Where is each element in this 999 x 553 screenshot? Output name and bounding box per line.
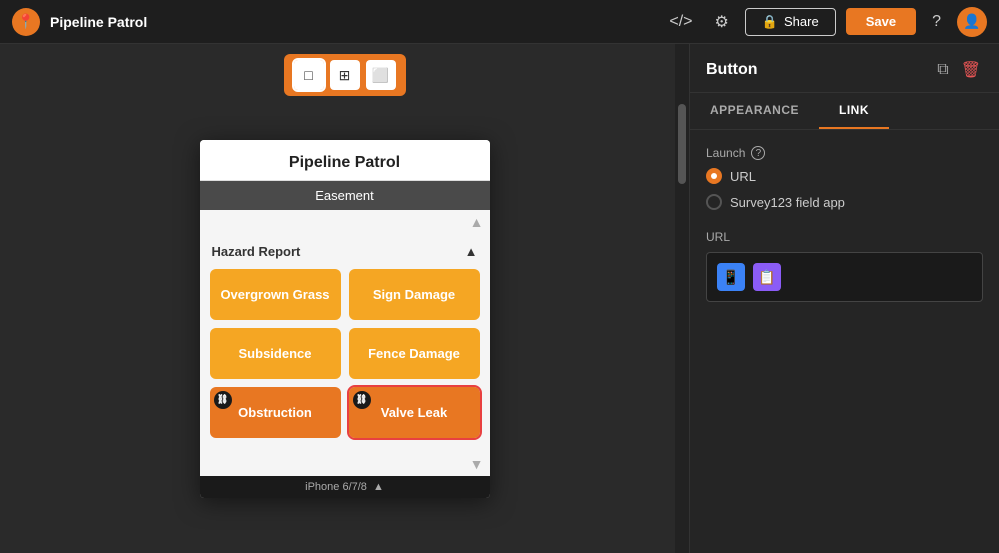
launch-radio-group: URL Survey123 field app: [706, 168, 983, 210]
hazard-label-fence-damage: Fence Damage: [368, 346, 460, 361]
phone-app-title: Pipeline Patrol: [200, 140, 490, 181]
hazard-label-subsidence: Subsidence: [239, 346, 312, 361]
desktop-view-button[interactable]: ⬜: [366, 60, 396, 90]
hazard-btn-fence-damage[interactable]: Fence Damage: [349, 328, 480, 379]
hazard-btn-obstruction[interactable]: ⛓ Obstruction: [210, 387, 341, 438]
phone-icon: □: [304, 67, 312, 83]
logo-icon: 📍: [17, 13, 34, 30]
code-icon: </>: [669, 13, 692, 30]
hazard-report-title: Hazard Report: [212, 244, 301, 259]
code-editor-button[interactable]: </>: [663, 9, 698, 35]
share-button[interactable]: 🔒 Share: [745, 8, 836, 36]
topnav-actions: </> ⚙ 🔒 Share Save ? 👤: [663, 7, 987, 37]
main-area: □ ⊞ ⬜ Pipeline Patrol Easement ▲ Hazard …: [0, 44, 999, 553]
survey-icon: 📋: [758, 269, 775, 286]
hazard-btn-valve-leak[interactable]: ⛓ Valve Leak: [349, 387, 480, 438]
hazard-label-valve-leak: Valve Leak: [381, 405, 448, 420]
link-badge-valve-leak: ⛓: [353, 391, 371, 409]
mobile-icon: 📱: [722, 269, 739, 286]
radio-url-label: URL: [730, 169, 756, 184]
phone-model-label: iPhone 6/7/8: [305, 481, 367, 493]
chevron-up-icon: ▲: [470, 214, 484, 230]
tab-appearance[interactable]: APPEARANCE: [690, 93, 819, 129]
radio-url[interactable]: URL: [706, 168, 983, 184]
phone-view-button[interactable]: □: [294, 60, 324, 90]
right-panel: Button ⧉ 🗑 APPEARANCE LINK Launch: [689, 44, 999, 553]
chevron-down-icon: ▼: [470, 456, 484, 472]
tablet-icon: ⊞: [339, 67, 351, 84]
hazard-label-overgrown: Overgrown Grass: [220, 287, 329, 302]
phone-mockup: Pipeline Patrol Easement ▲ Hazard Report…: [200, 140, 490, 498]
hazard-grid: Overgrown Grass Sign Damage Subsidence F…: [210, 265, 480, 442]
radio-url-circle[interactable]: [706, 168, 722, 184]
panel-title: Button: [706, 61, 758, 79]
panel-tabs: APPEARANCE LINK: [690, 93, 999, 130]
canvas-area: □ ⊞ ⬜ Pipeline Patrol Easement ▲ Hazard …: [0, 44, 689, 553]
launch-help-icon[interactable]: ?: [751, 146, 765, 160]
url-chip-survey[interactable]: 📋: [753, 263, 781, 291]
expand-icon[interactable]: ▲: [373, 481, 384, 493]
radio-survey123-circle[interactable]: [706, 194, 722, 210]
launch-field-label: Launch ?: [706, 146, 983, 160]
panel-content: Launch ? URL Survey123 field app URL 📱: [690, 130, 999, 553]
phone-section-bar: Easement: [200, 181, 490, 210]
hazard-btn-overgrown-grass[interactable]: Overgrown Grass: [210, 269, 341, 320]
duplicate-button[interactable]: ⧉: [935, 58, 950, 82]
desktop-icon: ⬜: [372, 67, 389, 84]
save-button[interactable]: Save: [846, 8, 916, 35]
canvas-scroll-thumb[interactable]: [678, 104, 686, 184]
tablet-view-button[interactable]: ⊞: [330, 60, 360, 90]
url-chip-mobile[interactable]: 📱: [717, 263, 745, 291]
scroll-down-indicator: ▼: [200, 452, 490, 476]
delete-button[interactable]: 🗑: [959, 58, 983, 82]
phone-footer: iPhone 6/7/8 ▲: [200, 476, 490, 498]
panel-header: Button ⧉ 🗑: [690, 44, 999, 93]
top-navbar: 📍 Pipeline Patrol </> ⚙ 🔒 Share Save ? 👤: [0, 0, 999, 44]
device-toolbar: □ ⊞ ⬜: [284, 54, 406, 96]
hazard-report-header: Hazard Report ▲: [210, 238, 480, 265]
scroll-up-indicator: ▲: [200, 210, 490, 234]
hazard-btn-sign-damage[interactable]: Sign Damage: [349, 269, 480, 320]
hazard-label-sign-damage: Sign Damage: [373, 287, 455, 302]
lock-icon: 🔒: [762, 14, 778, 30]
duplicate-icon: ⧉: [937, 61, 948, 78]
hazard-btn-subsidence[interactable]: Subsidence: [210, 328, 341, 379]
hazard-label-obstruction: Obstruction: [238, 405, 312, 420]
canvas-scroll-track[interactable]: [675, 44, 689, 553]
phone-content: Hazard Report ▲ Overgrown Grass Sign Dam…: [200, 234, 490, 452]
avatar-icon: 👤: [963, 13, 980, 30]
radio-survey123-label: Survey123 field app: [730, 195, 845, 210]
radio-survey123[interactable]: Survey123 field app: [706, 194, 983, 210]
app-title: Pipeline Patrol: [50, 14, 147, 30]
help-button[interactable]: ?: [926, 9, 947, 35]
hazard-collapse-icon[interactable]: ▲: [465, 244, 478, 259]
settings-button[interactable]: ⚙: [708, 8, 734, 36]
user-avatar[interactable]: 👤: [957, 7, 987, 37]
help-icon: ?: [932, 13, 941, 30]
url-input-area[interactable]: 📱 📋: [706, 252, 983, 302]
app-logo: 📍: [12, 8, 40, 36]
tab-link[interactable]: LINK: [819, 93, 889, 129]
link-badge-obstruction: ⛓: [214, 391, 232, 409]
gear-icon: ⚙: [714, 14, 728, 31]
url-field-label: URL: [706, 230, 983, 244]
panel-header-icons: ⧉ 🗑: [935, 58, 983, 82]
trash-icon: 🗑: [961, 62, 981, 79]
